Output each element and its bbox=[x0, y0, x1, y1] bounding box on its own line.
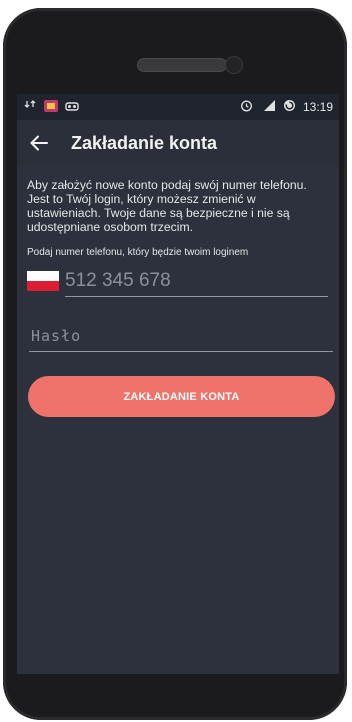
phone-frame: 13:19 Zakładanie konta Aby założyć nowe … bbox=[3, 8, 347, 720]
screen: 13:19 Zakładanie konta Aby założyć nowe … bbox=[17, 94, 339, 674]
password-input[interactable] bbox=[29, 323, 333, 352]
phone-label: Podaj numer telefonu, który będzie twoim… bbox=[27, 247, 249, 258]
phone-number-row bbox=[27, 268, 339, 297]
speaker-grille bbox=[137, 58, 227, 72]
back-arrow-icon[interactable] bbox=[27, 131, 51, 155]
app-bar: Zakładanie konta bbox=[17, 120, 339, 166]
app-notification-icon bbox=[43, 99, 59, 116]
create-account-button[interactable]: ZAKŁADANIE KONTA bbox=[28, 376, 335, 417]
front-camera bbox=[225, 56, 243, 74]
phone-number-input[interactable] bbox=[65, 268, 328, 297]
intro-text: Aby założyć nowe konto podaj swój numer … bbox=[27, 178, 307, 234]
status-time: 13:19 bbox=[302, 100, 333, 114]
page-title: Zakładanie konta bbox=[71, 132, 218, 153]
alarm-icon bbox=[240, 99, 253, 115]
poland-flag-icon[interactable] bbox=[27, 271, 59, 291]
glasses-icon bbox=[65, 100, 79, 115]
sync-icon bbox=[283, 99, 296, 115]
status-bar: 13:19 bbox=[17, 94, 339, 120]
data-icon bbox=[23, 99, 37, 116]
lte-signal-icon bbox=[260, 99, 276, 115]
